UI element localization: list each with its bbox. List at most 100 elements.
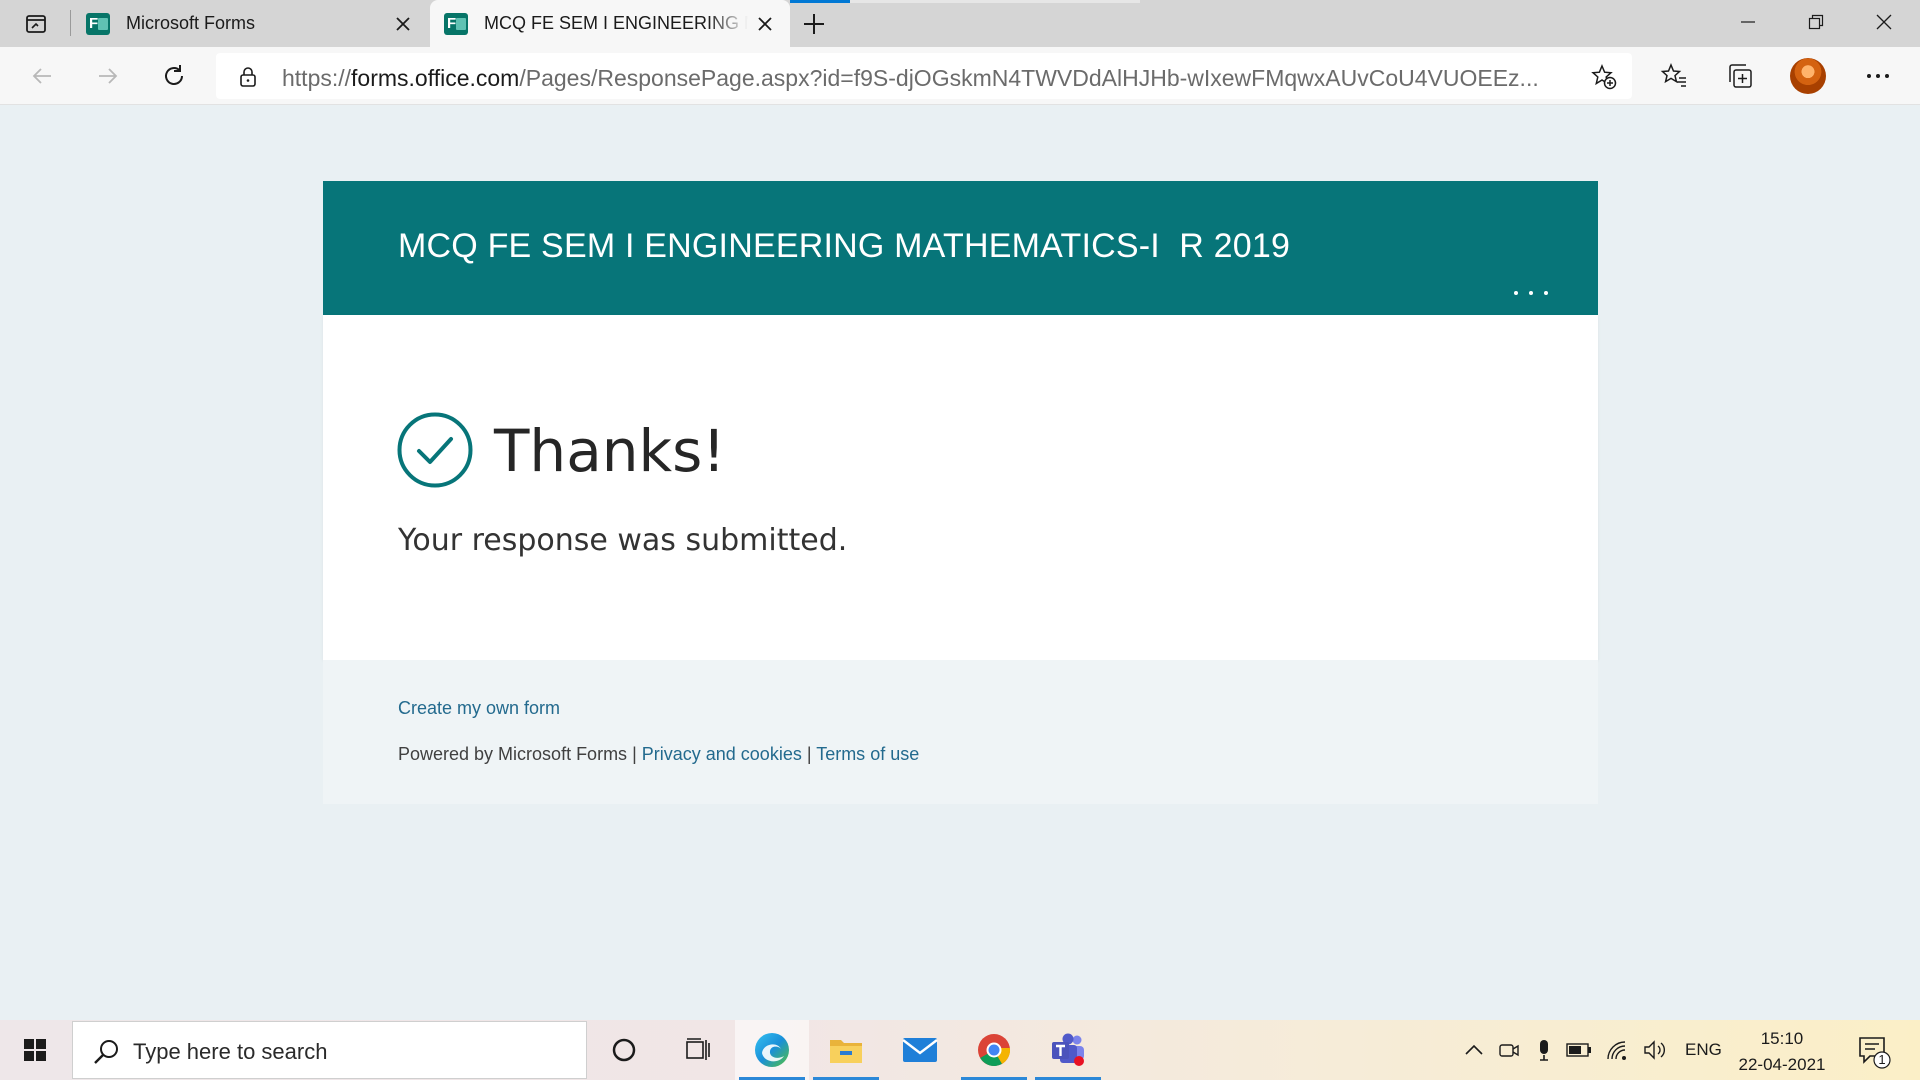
- mail-taskbar-button[interactable]: [883, 1020, 957, 1080]
- file-explorer-taskbar-button[interactable]: [809, 1020, 883, 1080]
- footer-separator: |: [801, 744, 817, 764]
- plus-icon: [804, 14, 824, 34]
- microphone-icon: [1540, 1040, 1548, 1061]
- form-footer: Create my own form Powered by Microsoft …: [323, 660, 1598, 804]
- dot: [1514, 291, 1518, 295]
- cortana-icon: [612, 1038, 636, 1062]
- mail-icon: [902, 1038, 938, 1062]
- tab-separator: [70, 10, 71, 36]
- microphone-button[interactable]: [1529, 1035, 1559, 1065]
- show-hidden-icons-button[interactable]: [1459, 1035, 1489, 1065]
- privacy-link[interactable]: Privacy and cookies: [642, 744, 802, 764]
- network-button[interactable]: [1602, 1035, 1632, 1065]
- tab-actions-button[interactable]: [10, 6, 62, 42]
- input-language-indicator[interactable]: ENG: [1685, 1040, 1722, 1060]
- collections-button[interactable]: [1722, 58, 1758, 94]
- restore-icon: [1808, 14, 1824, 30]
- search-icon: [94, 1040, 118, 1064]
- form-card: MCQ FE SEM I ENGINEERING MATHEMATICS-I R…: [323, 181, 1598, 804]
- form-header: MCQ FE SEM I ENGINEERING MATHEMATICS-I R…: [323, 181, 1598, 315]
- tab-title: MCQ FE SEM I ENGINEERING MATHEMATICS-I R…: [484, 13, 748, 33]
- minimize-button[interactable]: [1714, 0, 1782, 44]
- volume-button[interactable]: [1640, 1035, 1670, 1065]
- terms-link[interactable]: Terms of use: [816, 744, 919, 764]
- favorites-button[interactable]: [1656, 58, 1692, 94]
- task-view-icon: [686, 1038, 710, 1060]
- task-view-button[interactable]: [661, 1020, 735, 1080]
- confirmation-message: Your response was submitted.: [398, 523, 848, 558]
- footer-separator: |: [627, 744, 642, 764]
- url-path: /Pages/ResponsePage.aspx?id=f9S-djOGskmN…: [519, 65, 1539, 91]
- minimize-icon: [1741, 21, 1755, 23]
- add-favorite-icon[interactable]: [1590, 63, 1618, 91]
- clock-date: 22-04-2021: [1738, 1055, 1826, 1074]
- url-host: forms.office.com: [351, 65, 520, 91]
- notification-count: 1: [1878, 1052, 1886, 1067]
- teams-icon: [1052, 1033, 1084, 1066]
- powered-by-text: Powered by Microsoft Forms: [398, 744, 628, 764]
- new-tab-button[interactable]: [796, 6, 832, 42]
- clock-time: 15:10: [1760, 1029, 1804, 1048]
- notification-icon: [1859, 1037, 1891, 1069]
- battery-charging-icon: [1566, 1043, 1591, 1057]
- confirmation-panel: Thanks! Your response was submitted.: [323, 315, 1598, 660]
- camera-icon: [1499, 1044, 1519, 1057]
- forward-button[interactable]: [88, 56, 128, 96]
- close-window-button[interactable]: [1850, 0, 1918, 44]
- create-form-link[interactable]: Create my own form: [398, 698, 560, 719]
- browser-toolbar: https://forms.office.com/Pages/ResponseP…: [0, 47, 1920, 105]
- refresh-button[interactable]: [154, 56, 194, 96]
- forms-favicon-icon: F: [444, 12, 468, 35]
- close-icon: [396, 16, 410, 31]
- tab-mcq-form[interactable]: F MCQ FE SEM I ENGINEERING MATHEMATICS-I…: [430, 0, 790, 47]
- windows-logo-icon: [24, 1039, 46, 1061]
- restore-button[interactable]: [1782, 0, 1850, 44]
- url-text[interactable]: https://forms.office.com/Pages/ResponseP…: [282, 65, 1562, 92]
- tab-strip: F Microsoft Forms F MCQ FE SEM I ENGINEE…: [0, 0, 1920, 47]
- arrow-right-icon: [99, 68, 118, 84]
- tab-close-button[interactable]: [748, 7, 782, 41]
- tab-title: Microsoft Forms: [126, 13, 256, 33]
- edge-icon: [755, 1033, 789, 1067]
- check-circle-icon: [397, 412, 473, 488]
- more-options-button[interactable]: [1514, 287, 1548, 299]
- dot: [1529, 291, 1533, 295]
- tab-microsoft-forms[interactable]: F Microsoft Forms: [72, 0, 428, 47]
- clock[interactable]: 15:10 22-04-2021: [1730, 1026, 1834, 1078]
- chrome-taskbar-button[interactable]: [957, 1020, 1031, 1080]
- arrow-left-icon: [32, 68, 51, 84]
- teams-taskbar-button[interactable]: [1031, 1020, 1105, 1080]
- chevron-up-icon: [1465, 1044, 1483, 1055]
- action-center-button[interactable]: 1: [1854, 1032, 1894, 1072]
- address-bar[interactable]: https://forms.office.com/Pages/ResponseP…: [216, 53, 1632, 99]
- edge-taskbar-button[interactable]: [735, 1020, 809, 1080]
- back-button[interactable]: [22, 56, 62, 96]
- taskbar-search[interactable]: Type here to search: [72, 1021, 587, 1079]
- refresh-icon: [165, 65, 183, 85]
- close-icon: [1876, 14, 1892, 30]
- collections-icon: [1729, 64, 1752, 88]
- lock-icon[interactable]: [236, 65, 260, 89]
- profile-avatar[interactable]: [1790, 58, 1826, 94]
- url-scheme: https://: [282, 65, 352, 91]
- chrome-icon: [978, 1034, 1011, 1067]
- taskbar: Type here to search ENG 15:10 22-04-2021…: [0, 1020, 1920, 1080]
- file-explorer-icon: [830, 1040, 862, 1063]
- favorites-icon: [1660, 63, 1686, 87]
- more-horizontal-icon: [1867, 74, 1889, 78]
- dot: [1544, 291, 1548, 295]
- tab-loading-indicator: [790, 0, 1140, 3]
- form-title: MCQ FE SEM I ENGINEERING MATHEMATICS-I R…: [398, 227, 1291, 265]
- tab-close-button[interactable]: [386, 7, 420, 41]
- confirmation-heading: Thanks!: [494, 417, 726, 485]
- start-button[interactable]: [0, 1020, 70, 1080]
- battery-button[interactable]: [1564, 1035, 1594, 1065]
- meet-now-button[interactable]: [1494, 1035, 1524, 1065]
- wifi-icon: [1607, 1041, 1626, 1060]
- settings-more-button[interactable]: [1860, 58, 1896, 94]
- tab-actions-icon: [26, 15, 46, 33]
- powered-by-line: Powered by Microsoft Forms | Privacy and…: [398, 744, 919, 765]
- speaker-icon: [1644, 1040, 1665, 1060]
- forms-favicon-icon: F: [86, 12, 110, 35]
- cortana-button[interactable]: [587, 1020, 661, 1080]
